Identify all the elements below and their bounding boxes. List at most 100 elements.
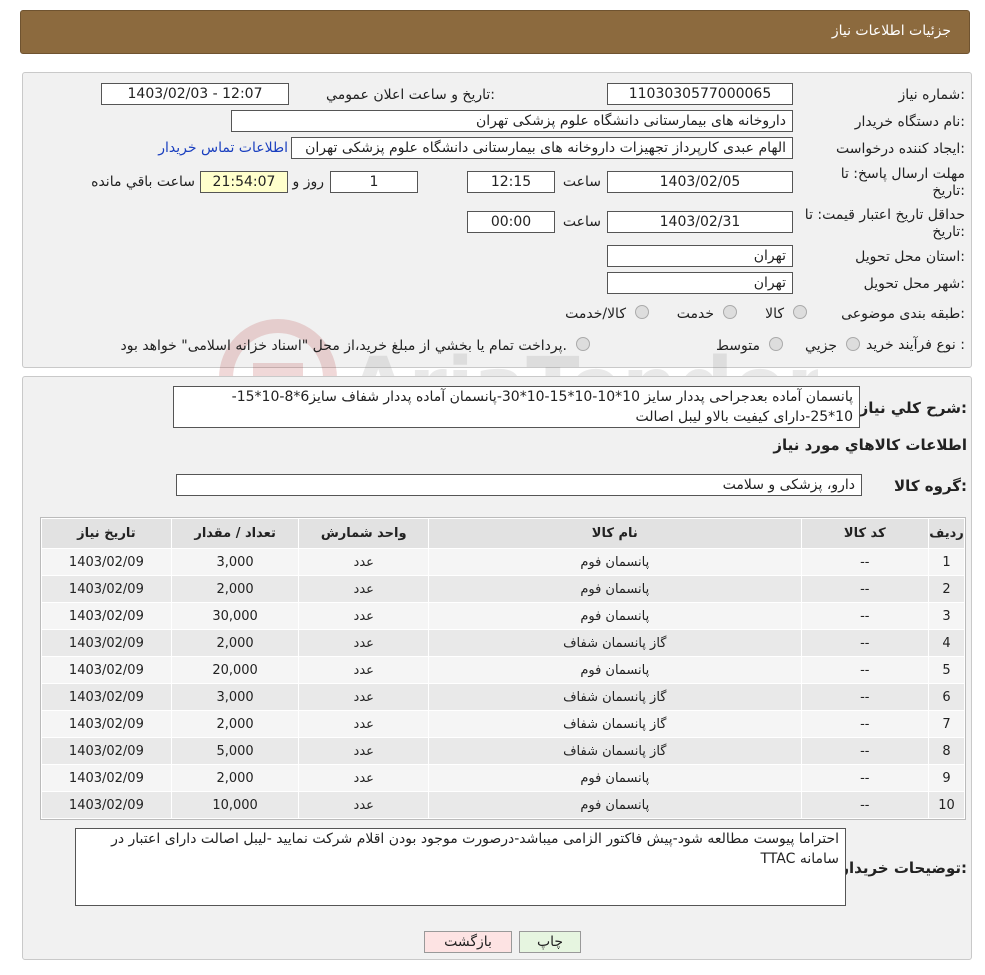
item-name-cell: پانسمان فوم xyxy=(428,791,802,819)
days-label: روز و xyxy=(292,174,325,190)
need-info-panel: AriaTender.neT شماره نیاز: 1103030577000… xyxy=(22,72,972,437)
page-header: جزئیات اطلاعات نیاز xyxy=(20,10,970,54)
unit-cell: عدد xyxy=(298,548,430,576)
item-code-cell: -- xyxy=(800,629,930,657)
province-field: تهران xyxy=(607,245,793,267)
item-name-cell: گاز پانسمان شفاف xyxy=(428,710,802,738)
row-number-cell: 10 xyxy=(928,791,965,819)
buyer-contact-link[interactable]: اطلاعات تماس خريدار xyxy=(158,140,288,156)
back-button[interactable]: بازگشت xyxy=(424,931,512,953)
item-code-cell: -- xyxy=(800,737,930,765)
col-date-header: تاریخ نیاز xyxy=(41,518,172,549)
category-goods-service-radio[interactable] xyxy=(635,305,649,319)
payment-treasury-checkbox[interactable] xyxy=(576,337,590,351)
item-name-cell: گاز پانسمان شفاف xyxy=(428,737,802,765)
unit-cell: عدد xyxy=(298,656,430,684)
quantity-cell: 30,000 xyxy=(170,602,300,630)
table-row: 1 -- پانسمان فوم عدد 3,000 1403/02/09 xyxy=(41,548,965,576)
row-number-cell: 5 xyxy=(928,656,965,684)
quantity-cell: 2,000 xyxy=(170,575,300,603)
need-date-cell: 1403/02/09 xyxy=(41,629,172,657)
row-number-cell: 1 xyxy=(928,548,965,576)
need-date-cell: 1403/02/09 xyxy=(41,656,172,684)
item-name-cell: پانسمان فوم xyxy=(428,764,802,792)
item-code-cell: -- xyxy=(800,602,930,630)
unit-cell: عدد xyxy=(298,629,430,657)
quantity-cell: 3,000 xyxy=(170,683,300,711)
goods-group-label: گروه کالا: xyxy=(894,477,967,495)
col-code-header: کد کالا xyxy=(800,518,930,549)
item-name-cell: گاز پانسمان شفاف xyxy=(428,629,802,657)
province-label: استان محل تحويل: xyxy=(855,249,965,265)
city-field: تهران xyxy=(607,272,793,294)
remaining-time-label: ساعت باقي مانده xyxy=(91,174,195,190)
item-code-cell: -- xyxy=(800,683,930,711)
category-service-label: خدمت xyxy=(676,306,714,322)
table-row: 10 -- پانسمان فوم عدد 10,000 1403/02/09 xyxy=(41,791,965,819)
item-name-cell: گاز پانسمان شفاف xyxy=(428,683,802,711)
remaining-time-field: 21:54:07 xyxy=(200,171,288,193)
days-remaining-field: 1 xyxy=(330,171,418,193)
row-number-cell: 2 xyxy=(928,575,965,603)
unit-cell: عدد xyxy=(298,737,430,765)
need-date-cell: 1403/02/09 xyxy=(41,764,172,792)
validity-label: حداقل تاريخ اعتبار قيمت: تا xyxy=(804,207,965,223)
buyer-org-label: نام دستگاه خريدار: xyxy=(854,114,965,130)
row-number-cell: 8 xyxy=(928,737,965,765)
buyer-org-field: داروخانه های بیمارستانی دانشگاه علوم پزش… xyxy=(231,110,793,132)
table-row: 5 -- پانسمان فوم عدد 20,000 1403/02/09 xyxy=(41,656,965,684)
requester-label: ايجاد کننده درخواست: xyxy=(836,141,965,157)
quantity-cell: 5,000 xyxy=(170,737,300,765)
unit-cell: عدد xyxy=(298,602,430,630)
validity-date-field: 1403/02/31 xyxy=(607,211,793,233)
validity-time-label: ساعت xyxy=(562,214,601,230)
page-title: جزئیات اطلاعات نیاز xyxy=(831,23,951,39)
row-number-cell: 9 xyxy=(928,764,965,792)
buyer-notes-label: توضيحات خريدار: xyxy=(840,859,967,877)
row-number-cell: 4 xyxy=(928,629,965,657)
need-date-cell: 1403/02/09 xyxy=(41,737,172,765)
row-number-cell: 6 xyxy=(928,683,965,711)
deadline-date-field: 1403/02/05 xyxy=(607,171,793,193)
quantity-cell: 2,000 xyxy=(170,764,300,792)
deadline-time-label: ساعت xyxy=(562,174,601,190)
item-code-cell: -- xyxy=(800,764,930,792)
goods-group-field: دارو، پزشکی و سلامت xyxy=(176,474,862,496)
summary-field: پانسمان آماده بعدجراحی پددار سایز 10*10-… xyxy=(173,386,860,428)
category-goods-label: کالا xyxy=(765,306,784,322)
summary-line-2: 10*25-دارای کیفیت بالاو لیبل اصالت xyxy=(635,409,853,425)
announce-field: 1403/02/03 - 12:07 xyxy=(101,83,289,105)
col-name-header: نام کالا xyxy=(428,518,802,549)
unit-cell: عدد xyxy=(298,791,430,819)
unit-cell: عدد xyxy=(298,764,430,792)
col-row-header: رديف xyxy=(928,518,965,549)
need-date-cell: 1403/02/09 xyxy=(41,602,172,630)
table-row: 9 -- پانسمان فوم عدد 2,000 1403/02/09 xyxy=(41,764,965,792)
need-date-cell: 1403/02/09 xyxy=(41,710,172,738)
quantity-cell: 20,000 xyxy=(170,656,300,684)
unit-cell: عدد xyxy=(298,575,430,603)
need-number-label: شماره نیاز: xyxy=(898,87,965,103)
category-service-radio[interactable] xyxy=(723,305,737,319)
quantity-cell: 3,000 xyxy=(170,548,300,576)
city-label: شهر محل تحويل: xyxy=(863,276,965,292)
summary-label: شرح کلي نياز: xyxy=(859,399,967,417)
unit-cell: عدد xyxy=(298,683,430,711)
process-minor-radio[interactable] xyxy=(846,337,860,351)
item-name-cell: پانسمان فوم xyxy=(428,575,802,603)
requester-field: الهام عبدی کارپرداز تجهیزات داروخانه های… xyxy=(291,137,793,159)
validity-time-field: 00:00 xyxy=(467,211,555,233)
item-code-cell: -- xyxy=(800,575,930,603)
item-name-cell: پانسمان فوم xyxy=(428,548,802,576)
item-code-cell: -- xyxy=(800,710,930,738)
table-row: 2 -- پانسمان فوم عدد 2,000 1403/02/09 xyxy=(41,575,965,603)
process-medium-radio[interactable] xyxy=(769,337,783,351)
summary-line-1: پانسمان آماده بعدجراحی پددار سایز 10*10-… xyxy=(231,389,853,405)
table-row: 8 -- گاز پانسمان شفاف عدد 5,000 1403/02/09 xyxy=(41,737,965,765)
category-goods-radio[interactable] xyxy=(793,305,807,319)
process-label: نوع فرآيند خريد : xyxy=(866,337,965,353)
row-number-cell: 7 xyxy=(928,710,965,738)
quantity-cell: 2,000 xyxy=(170,710,300,738)
process-medium-label: متوسط xyxy=(716,338,760,354)
print-button[interactable]: چاپ xyxy=(519,931,581,953)
